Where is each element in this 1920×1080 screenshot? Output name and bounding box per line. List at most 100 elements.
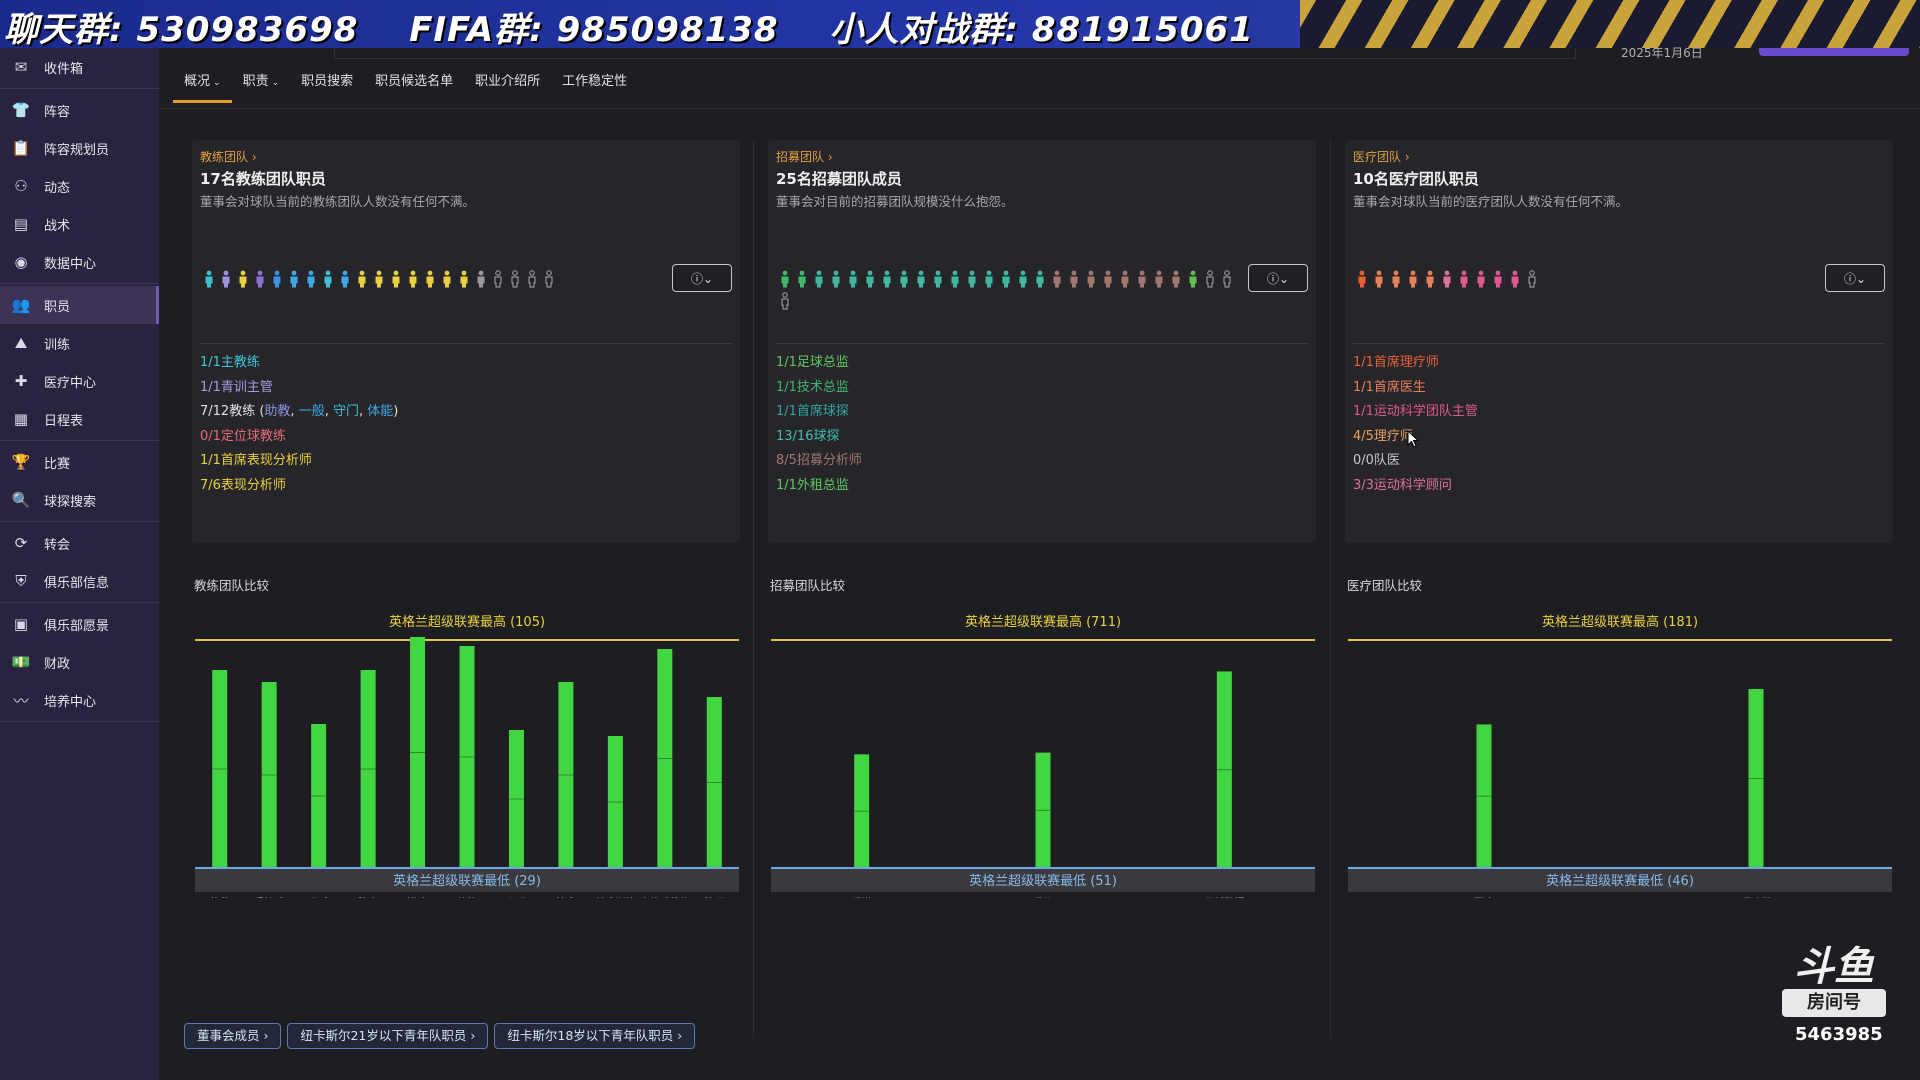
sidebar-item-clipboard[interactable]: 📋 阵容规划员 — [0, 129, 159, 167]
person-icon[interactable] — [540, 270, 557, 292]
person-icon[interactable] — [912, 270, 929, 292]
sidebar-item-tactics[interactable]: ▤ 战术 — [0, 205, 159, 243]
person-icon[interactable] — [285, 270, 302, 292]
role-item[interactable]: 7/12教练 (助教, 一般, 守门, 体能) — [200, 400, 398, 425]
person-icon[interactable] — [776, 292, 793, 314]
person-icon[interactable] — [861, 270, 878, 292]
person-icon[interactable] — [523, 270, 540, 292]
role-item[interactable]: 1/1首席球探 — [776, 400, 862, 425]
person-icon[interactable] — [1472, 270, 1489, 292]
person-icon[interactable] — [776, 270, 793, 292]
filter-dropdown-button[interactable]: ⓘ⌄ — [672, 264, 732, 292]
person-icon[interactable] — [1506, 270, 1523, 292]
board-members-button[interactable]: 董事会成员 › — [184, 1023, 282, 1049]
sidebar-item-dynamics[interactable]: ⚇ 动态 — [0, 167, 159, 205]
role-item[interactable]: 1/1青训主管 — [200, 376, 398, 401]
sidebar-item-shirt[interactable]: 👕 阵容 — [0, 91, 159, 129]
role-item[interactable]: 7/6表现分析师 — [200, 474, 398, 499]
person-icon[interactable] — [1099, 270, 1116, 292]
person-icon[interactable] — [336, 270, 353, 292]
person-icon[interactable] — [404, 270, 421, 292]
person-icon[interactable] — [997, 270, 1014, 292]
role-item[interactable]: 1/1首席医生 — [1353, 376, 1478, 401]
sidebar-item-medical[interactable]: ✚ 医疗中心 — [0, 362, 159, 400]
role-item[interactable]: 0/1定位球教练 — [200, 425, 398, 450]
person-icon[interactable] — [1048, 270, 1065, 292]
person-icon[interactable] — [455, 270, 472, 292]
role-item[interactable]: 1/1主教练 — [200, 351, 398, 376]
person-icon[interactable] — [946, 270, 963, 292]
person-icon[interactable] — [1082, 270, 1099, 292]
person-icon[interactable] — [370, 270, 387, 292]
person-icon[interactable] — [438, 270, 455, 292]
tab-1[interactable]: 职责 ⌄ — [232, 68, 291, 100]
person-icon[interactable] — [1353, 270, 1370, 292]
person-icon[interactable] — [319, 270, 336, 292]
person-icon[interactable] — [1014, 270, 1031, 292]
role-item[interactable]: 3/3运动科学顾问 — [1353, 474, 1478, 499]
tab-3[interactable]: 职员候选名单 — [364, 68, 464, 100]
tab-5[interactable]: 工作稳定性 — [551, 68, 638, 100]
team-link[interactable]: 医疗团队 › — [1353, 148, 1410, 165]
person-icon[interactable] — [506, 270, 523, 292]
person-icon[interactable] — [268, 270, 285, 292]
person-icon[interactable] — [1116, 270, 1133, 292]
person-icon[interactable] — [1201, 270, 1218, 292]
person-icon[interactable] — [827, 270, 844, 292]
sidebar-item-finance[interactable]: 💵 财政 — [0, 643, 159, 681]
sidebar-item-inbox[interactable]: ✉ 收件箱 — [0, 48, 159, 86]
person-icon[interactable] — [1489, 270, 1506, 292]
role-subtype[interactable]: 守门 — [333, 404, 359, 419]
person-icon[interactable] — [1438, 270, 1455, 292]
role-item[interactable]: 8/5招募分析师 — [776, 449, 862, 474]
person-icon[interactable] — [251, 270, 268, 292]
person-icon[interactable] — [1421, 270, 1438, 292]
person-icon[interactable] — [1133, 270, 1150, 292]
filter-dropdown-button[interactable]: ⓘ⌄ — [1248, 264, 1308, 292]
sidebar-item-staff[interactable]: 👥 职员 — [0, 286, 159, 324]
role-item[interactable]: 1/1首席理疗师 — [1353, 351, 1478, 376]
person-icon[interactable] — [1167, 270, 1184, 292]
sidebar-item-calendar[interactable]: ▦ 日程表 — [0, 400, 159, 438]
team-link[interactable]: 教练团队 › — [200, 148, 257, 165]
person-icon[interactable] — [302, 270, 319, 292]
person-icon[interactable] — [1370, 270, 1387, 292]
person-icon[interactable] — [1523, 270, 1540, 292]
person-icon[interactable] — [980, 270, 997, 292]
role-item[interactable]: 13/16球探 — [776, 425, 862, 450]
u18-staff-button[interactable]: 纽卡斯尔18岁以下青年队职员 › — [494, 1023, 696, 1049]
person-icon[interactable] — [489, 270, 506, 292]
person-icon[interactable] — [1455, 270, 1472, 292]
person-icon[interactable] — [421, 270, 438, 292]
person-icon[interactable] — [793, 270, 810, 292]
sidebar-item-data-hub[interactable]: ◉ 数据中心 — [0, 243, 159, 281]
person-icon[interactable] — [1387, 270, 1404, 292]
person-icon[interactable] — [1404, 270, 1421, 292]
sidebar-item-vision[interactable]: ▣ 俱乐部愿景 — [0, 605, 159, 643]
person-icon[interactable] — [217, 270, 234, 292]
sidebar-item-trophy[interactable]: 🏆 比赛 — [0, 443, 159, 481]
search-bar-remnant[interactable] — [334, 48, 1576, 59]
person-icon[interactable] — [1031, 270, 1048, 292]
person-icon[interactable] — [878, 270, 895, 292]
team-link[interactable]: 招募团队 › — [776, 148, 833, 165]
role-item[interactable]: 1/1足球总监 — [776, 351, 862, 376]
person-icon[interactable] — [844, 270, 861, 292]
person-icon[interactable] — [895, 270, 912, 292]
role-item[interactable]: 1/1运动科学团队主管 — [1353, 400, 1478, 425]
u21-staff-button[interactable]: 纽卡斯尔21岁以下青年队职员 › — [287, 1023, 489, 1049]
person-icon[interactable] — [1150, 270, 1167, 292]
person-icon[interactable] — [1065, 270, 1082, 292]
person-icon[interactable] — [200, 270, 217, 292]
person-icon[interactable] — [387, 270, 404, 292]
person-icon[interactable] — [353, 270, 370, 292]
person-icon[interactable] — [963, 270, 980, 292]
person-icon[interactable] — [234, 270, 251, 292]
role-item[interactable]: 1/1外租总监 — [776, 474, 862, 499]
role-subtype[interactable]: 一般 — [299, 404, 325, 419]
continue-button-remnant[interactable] — [1759, 48, 1909, 56]
tab-0[interactable]: 概况 ⌄ — [173, 68, 232, 103]
sidebar-item-development[interactable]: 〰培养中心 — [0, 681, 159, 719]
person-icon[interactable] — [472, 270, 489, 292]
sidebar-item-training[interactable]: ⛰ 训练 — [0, 324, 159, 362]
